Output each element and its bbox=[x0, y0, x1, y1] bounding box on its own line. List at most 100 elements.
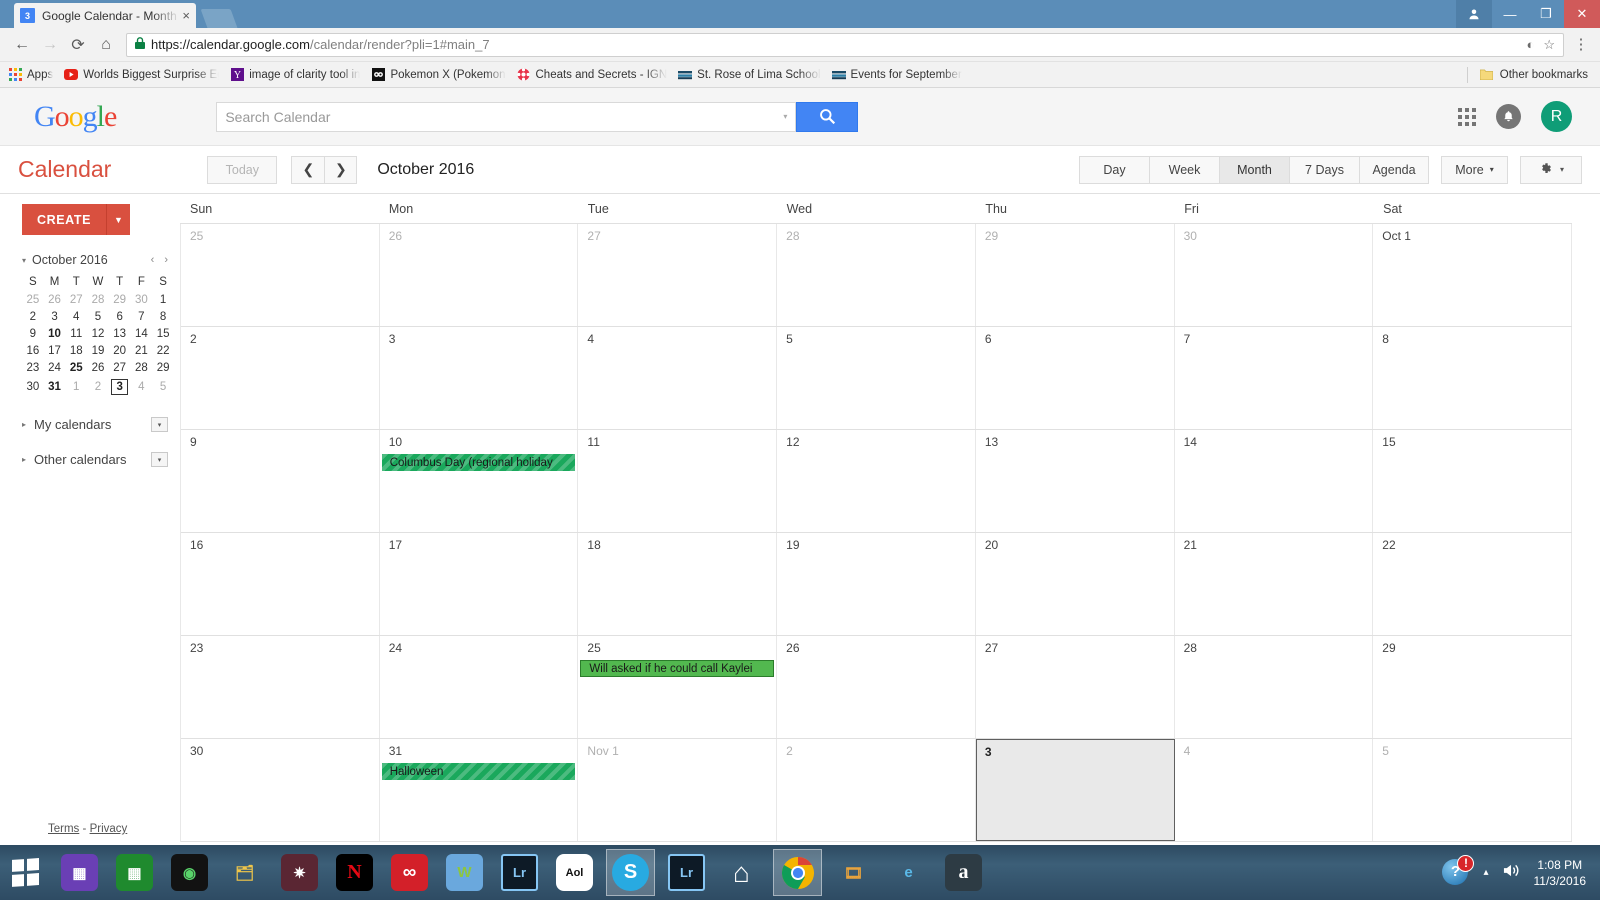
bookmark-item[interactable]: St. Rose of Lima School bbox=[678, 68, 821, 82]
mini-day-cell[interactable]: 22 bbox=[152, 342, 174, 359]
day-cell[interactable]: 30 bbox=[181, 739, 380, 841]
day-cell[interactable]: 18 bbox=[578, 533, 778, 635]
day-cell[interactable]: 4 bbox=[578, 327, 778, 429]
search-input[interactable] bbox=[225, 108, 784, 125]
aol-icon[interactable]: Aol bbox=[556, 854, 593, 891]
day-cell[interactable]: 20 bbox=[976, 533, 1175, 635]
bookmark-item[interactable]: Worlds Biggest Surprise Egg bbox=[64, 68, 219, 82]
day-number[interactable]: 28 bbox=[777, 229, 975, 243]
mini-day-cell[interactable]: 31 bbox=[44, 376, 66, 397]
taskbar-item[interactable]: N bbox=[331, 850, 378, 895]
start-button[interactable] bbox=[0, 845, 50, 900]
browser-tab[interactable]: 3 Google Calendar - Month × bbox=[14, 3, 196, 28]
day-number[interactable]: 4 bbox=[1175, 744, 1373, 758]
taskbar-item[interactable]: ⌂ bbox=[718, 850, 765, 895]
calendar-event[interactable]: Halloween bbox=[381, 763, 576, 780]
day-number[interactable]: 26 bbox=[380, 229, 578, 243]
day-number[interactable]: 30 bbox=[1175, 229, 1373, 243]
day-number[interactable]: 29 bbox=[976, 229, 1174, 243]
mini-day-cell[interactable]: 1 bbox=[65, 376, 87, 397]
day-cell[interactable]: 8 bbox=[1373, 327, 1572, 429]
search-options-caret-icon[interactable]: ▾ bbox=[783, 112, 787, 121]
prev-period-button[interactable]: ❮ bbox=[291, 155, 325, 184]
day-number[interactable]: 17 bbox=[380, 538, 578, 552]
day-number[interactable]: 22 bbox=[1373, 538, 1571, 552]
view-button-7-days[interactable]: 7 Days bbox=[1289, 155, 1359, 184]
day-number[interactable]: 31 bbox=[380, 744, 578, 758]
taskbar-item[interactable]: Aol bbox=[551, 850, 598, 895]
day-number[interactable]: 13 bbox=[976, 435, 1174, 449]
taskbar-item[interactable]: a bbox=[940, 850, 987, 895]
calendar-app-icon[interactable]: ▦ bbox=[61, 854, 98, 891]
today-button[interactable]: Today bbox=[207, 155, 278, 184]
taskbar-item[interactable]: ∞ bbox=[386, 850, 433, 895]
mini-day-cell[interactable]: 14 bbox=[131, 325, 153, 342]
mini-day-cell[interactable]: 1 bbox=[152, 291, 174, 308]
mini-day-cell[interactable]: 8 bbox=[152, 308, 174, 325]
day-cell[interactable]: 28 bbox=[777, 224, 976, 326]
mini-prev-icon[interactable]: ‹ bbox=[151, 254, 155, 266]
day-cell[interactable]: 9 bbox=[181, 430, 380, 532]
view-button-day[interactable]: Day bbox=[1079, 155, 1149, 184]
apps-grid-icon[interactable] bbox=[1458, 107, 1476, 126]
day-number[interactable]: 5 bbox=[1373, 744, 1571, 758]
day-cell[interactable]: 23 bbox=[181, 636, 380, 738]
calendar-brand[interactable]: Calendar bbox=[18, 156, 111, 183]
day-number[interactable]: 4 bbox=[578, 332, 776, 346]
day-cell[interactable]: 16 bbox=[181, 533, 380, 635]
expand-icon[interactable]: ▸ bbox=[22, 420, 26, 429]
day-number[interactable]: 14 bbox=[1175, 435, 1373, 449]
mini-day-cell[interactable]: 19 bbox=[87, 342, 109, 359]
mini-day-cell[interactable]: 7 bbox=[131, 308, 153, 325]
netflix-icon[interactable]: N bbox=[336, 854, 373, 891]
lightroom-2-icon[interactable]: Lr bbox=[668, 854, 705, 891]
search-button[interactable] bbox=[796, 101, 859, 132]
day-number[interactable]: 25 bbox=[181, 229, 379, 243]
day-cell[interactable]: 30 bbox=[1175, 224, 1374, 326]
mini-day-cell[interactable]: 15 bbox=[152, 325, 174, 342]
view-button-month[interactable]: Month bbox=[1219, 155, 1289, 184]
chrome-icon[interactable] bbox=[779, 854, 816, 891]
mini-day-cell[interactable]: 30 bbox=[131, 291, 153, 308]
settings-button[interactable]: ▾ bbox=[1520, 155, 1582, 184]
day-cell[interactable]: 3 bbox=[380, 327, 579, 429]
mini-collapse-icon[interactable]: ▾ bbox=[22, 256, 26, 265]
day-number[interactable]: 28 bbox=[1175, 641, 1373, 655]
show-hidden-icons-chevron[interactable]: ▴ bbox=[1483, 867, 1488, 878]
mini-day-cell[interactable]: 3 bbox=[109, 376, 131, 397]
day-cell[interactable]: 11 bbox=[578, 430, 778, 532]
bookmark-item[interactable]: Pokemon X (Pokemon bbox=[371, 68, 506, 82]
day-cell[interactable]: 28 bbox=[1175, 636, 1374, 738]
day-number[interactable]: 7 bbox=[1175, 332, 1373, 346]
day-cell[interactable]: 13 bbox=[976, 430, 1175, 532]
day-cell[interactable]: 2 bbox=[181, 327, 380, 429]
day-cell[interactable]: 4 bbox=[1175, 739, 1374, 841]
mini-day-cell[interactable]: 20 bbox=[109, 342, 131, 359]
mini-day-cell[interactable]: 27 bbox=[65, 291, 87, 308]
day-number[interactable]: 19 bbox=[777, 538, 975, 552]
day-cell[interactable]: 25 Will asked if he could call Kaylei bbox=[578, 636, 778, 738]
maximize-button[interactable]: ❐ bbox=[1528, 0, 1564, 28]
day-cell[interactable]: 7 bbox=[1175, 327, 1374, 429]
bookmark-item[interactable]: Cheats and Secrets - IGN bbox=[517, 68, 667, 82]
mini-day-cell[interactable]: 23 bbox=[22, 359, 44, 376]
action-center-alert-icon[interactable]: ? ! bbox=[1442, 854, 1475, 887]
taskbar-item[interactable]: W bbox=[441, 850, 488, 895]
day-number[interactable]: 21 bbox=[1175, 538, 1373, 552]
day-number[interactable]: 5 bbox=[777, 332, 975, 346]
close-window-button[interactable]: ✕ bbox=[1564, 0, 1600, 28]
mini-day-cell[interactable]: 29 bbox=[152, 359, 174, 376]
mini-day-cell[interactable]: 30 bbox=[22, 376, 44, 397]
day-number[interactable]: 12 bbox=[777, 435, 975, 449]
day-number[interactable]: Nov 1 bbox=[578, 744, 776, 758]
day-cell[interactable]: 29 bbox=[976, 224, 1175, 326]
mini-day-cell[interactable]: 5 bbox=[87, 308, 109, 325]
google-logo[interactable]: Google bbox=[34, 100, 117, 134]
chrome-menu-icon[interactable]: ⋮ bbox=[1570, 37, 1592, 52]
mini-day-cell[interactable]: 26 bbox=[44, 291, 66, 308]
minimize-button[interactable]: — bbox=[1492, 0, 1528, 28]
taskbar-item[interactable]: Lr bbox=[663, 850, 710, 895]
wondershare-icon[interactable]: W bbox=[446, 854, 483, 891]
taskbar-item[interactable]: Lr bbox=[496, 850, 543, 895]
forward-icon[interactable]: → bbox=[36, 31, 64, 59]
